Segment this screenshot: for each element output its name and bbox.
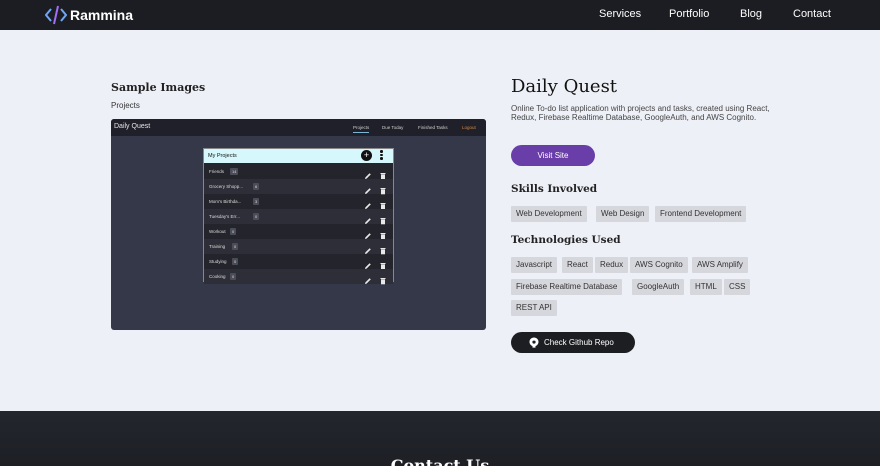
project-title: Daily Quest <box>511 76 618 97</box>
kebab-menu-icon <box>380 150 384 162</box>
nav-link-portfolio[interactable]: Portfolio <box>669 8 709 20</box>
code-icon <box>45 5 67 25</box>
project-row-count: 0 <box>230 228 237 235</box>
top-nav: Rammina Services Portfolio Blog Contact <box>0 0 880 30</box>
github-repo-label: Check Github Repo <box>544 338 614 347</box>
project-row: Grocery Shopp... 6 <box>204 179 393 195</box>
visit-site-button[interactable]: Visit Site <box>511 145 595 166</box>
pencil-icon <box>364 167 372 179</box>
contact-heading: Contact Us <box>390 456 490 466</box>
project-row-label: Training <box>209 244 226 249</box>
skill-chip: Web Development <box>511 206 587 222</box>
pencil-icon <box>364 212 372 224</box>
project-row: Cooking 0 <box>204 269 393 285</box>
tech-chip: Firebase Realtime Database <box>511 279 623 295</box>
skills-heading: Skills Involved <box>511 183 598 195</box>
project-description: Online To-do list application with proje… <box>511 104 770 122</box>
project-row-label: Grocery Shopp... <box>209 184 244 189</box>
screenshot-nav-projects: Projects <box>353 125 370 133</box>
project-row-label: Friends <box>209 169 225 174</box>
sample-image-caption: Projects <box>111 101 140 110</box>
project-row-count: 0 <box>230 273 237 280</box>
tech-chip: React <box>562 257 593 273</box>
sample-screenshot[interactable]: Daily Quest Projects Due Today Finished … <box>111 119 486 330</box>
trash-icon <box>379 167 387 180</box>
tech-chip: HTML <box>690 279 722 295</box>
project-row: Tuesday's Err... 0 <box>204 209 393 225</box>
screenshot-app-title: Daily Quest <box>114 123 151 130</box>
project-row-count: 14 <box>230 168 239 175</box>
skill-chip: Web Design <box>596 206 650 222</box>
nav-link-blog[interactable]: Blog <box>740 8 762 20</box>
nav-link-contact[interactable]: Contact <box>793 8 831 20</box>
project-row: Mom's Birthda... 3 <box>204 194 393 210</box>
projects-card-title: My Projects <box>208 153 237 159</box>
brand-name: Rammina <box>70 7 134 23</box>
project-row-count: 0 <box>232 243 239 250</box>
trash-icon <box>379 242 387 255</box>
sample-images-heading: Sample Images <box>111 81 206 94</box>
github-icon <box>529 337 539 348</box>
trash-icon <box>379 272 387 285</box>
screenshot-nav-finished: Finished Tasks <box>418 125 448 130</box>
project-row-label: Tuesday's Err... <box>209 214 240 219</box>
pencil-icon <box>364 242 372 254</box>
screenshot-nav-logout: Logout <box>462 125 476 130</box>
project-row-label: Workout <box>209 229 226 234</box>
skill-chip: Frontend Development <box>655 206 747 222</box>
trash-icon <box>379 227 387 240</box>
plus-icon: + <box>361 150 372 161</box>
pencil-icon <box>364 227 372 239</box>
tech-chip: REST API <box>511 300 557 316</box>
pencil-icon <box>364 182 372 194</box>
project-row-count: 0 <box>253 213 260 220</box>
pencil-icon <box>364 257 372 269</box>
project-row-label: Mom's Birthda... <box>209 199 242 204</box>
project-row-count: 3 <box>253 198 260 205</box>
brand-logo[interactable]: Rammina <box>45 5 133 25</box>
project-row: Training 0 <box>204 239 393 255</box>
technologies-heading: Technologies Used <box>511 234 621 246</box>
screenshot-app-bar: Daily Quest Projects Due Today Finished … <box>111 119 486 136</box>
tech-chip: Javascript <box>511 257 558 273</box>
trash-icon <box>379 182 387 195</box>
trash-icon <box>379 212 387 225</box>
pencil-icon <box>364 197 372 209</box>
pencil-icon <box>364 272 372 284</box>
github-repo-button[interactable]: Check Github Repo <box>511 332 635 353</box>
screenshot-nav-due-today: Due Today <box>382 125 404 130</box>
tech-chip: GoogleAuth <box>632 279 685 295</box>
project-row: Friends 14 <box>204 164 393 180</box>
project-row-label: Cooking <box>209 274 226 279</box>
project-row-label: Studying <box>209 259 227 264</box>
project-row: Workout 0 <box>204 224 393 240</box>
project-row-count: 0 <box>232 258 239 265</box>
trash-icon <box>379 197 387 210</box>
nav-link-services[interactable]: Services <box>599 8 641 20</box>
screenshot-projects-card: My Projects + Friends 14 Grocery Shopp... 6… <box>203 148 394 285</box>
trash-icon <box>379 257 387 270</box>
tech-chip: AWS Amplify <box>692 257 748 273</box>
tech-chip: Redux <box>595 257 629 273</box>
projects-card-header: My Projects + <box>204 149 393 163</box>
contact-section: Contact Us <box>0 411 880 466</box>
project-row: Studying 0 <box>204 254 393 270</box>
project-row-count: 6 <box>253 183 260 190</box>
tech-chip: AWS Cognito <box>630 257 688 273</box>
tech-chip: CSS <box>724 279 751 295</box>
